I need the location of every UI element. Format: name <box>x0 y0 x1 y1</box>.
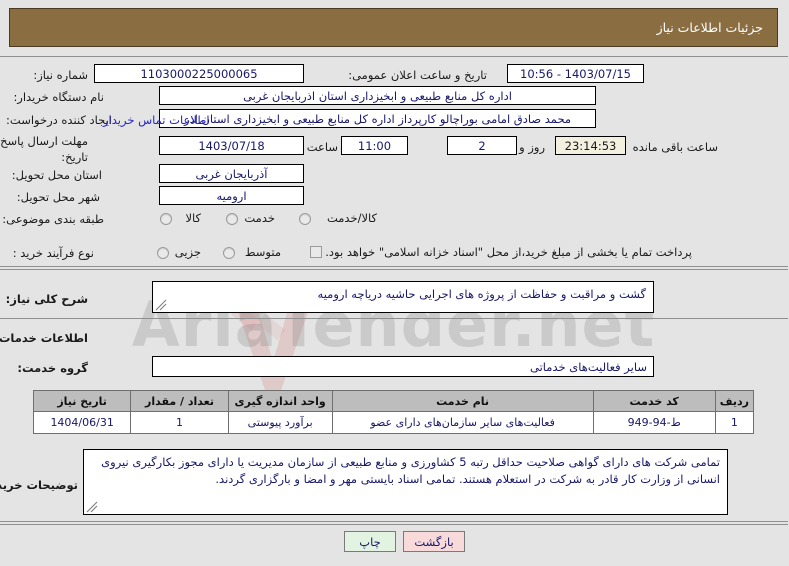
services-table: ردیف کد خدمت نام خدمت واحد اندازه گیری ت… <box>33 390 756 434</box>
need-summary-value: گشت و مراقبت و حفاظت از پروژه های اجرایی… <box>318 287 647 301</box>
col-name: نام خدمت <box>332 390 595 412</box>
cell-unit: برآورد پیوستی <box>228 411 334 434</box>
table-row: 1 ط-94-949 فعالیت‌های سایر سازمان‌های دا… <box>33 411 756 434</box>
label-announce-datetime: تاریخ و ساعت اعلان عمومی: <box>349 68 488 82</box>
table-header-row: ردیف کد خدمت نام خدمت واحد اندازه گیری ت… <box>33 390 756 412</box>
label-need-number: شماره نیاز: <box>34 68 89 82</box>
province-value: آذربایجان غربی <box>160 164 305 183</box>
label-service-group: گروه خدمت: <box>18 361 89 375</box>
services-section-title: اطلاعات خدمات مورد نیاز <box>0 331 89 345</box>
buyer-contact-link[interactable]: اطلاعات تماس خریدار <box>104 113 211 127</box>
buyer-org-value: اداره کل منابع طبیعی و ابخیزداری استان ا… <box>160 86 597 105</box>
label-deadline-time: ساعت <box>307 140 339 154</box>
col-code: کد خدمت <box>593 390 717 412</box>
remaining-days-value: 2 <box>448 136 518 155</box>
radio-process-motevaset[interactable] <box>224 247 236 259</box>
buyer-notes-textarea[interactable]: تمامی شرکت های دارای گواهی صلاحیت حداقل … <box>84 449 729 515</box>
col-row: ردیف <box>715 390 756 412</box>
cell-date: 1404/06/31 <box>33 411 133 434</box>
announce-datetime-value: 1403/07/15 - 10:56 <box>508 64 645 83</box>
remaining-clock-value: 23:14:53 <box>556 136 627 155</box>
resize-grip-icon-notes[interactable] <box>87 501 99 513</box>
cell-name: فعالیت‌های سایر سازمان‌های دارای عضو <box>332 411 595 434</box>
cell-code: ط-94-949 <box>593 411 717 434</box>
radio-category-khadamat-label: خدمت <box>245 211 276 225</box>
cell-quantity: 1 <box>131 411 230 434</box>
col-unit: واحد اندازه گیری <box>228 390 334 412</box>
label-remaining-clock: ساعت باقی مانده <box>633 140 719 154</box>
resize-grip-icon[interactable] <box>156 299 168 311</box>
label-deadline-line2: تاریخ: <box>62 150 89 164</box>
radio-category-kala-khadamat[interactable] <box>300 213 312 225</box>
col-quantity: تعداد / مقدار <box>131 390 230 412</box>
label-deadline-line1: مهلت ارسال پاسخ: تا <box>0 134 89 148</box>
radio-process-motevaset-label: متوسط <box>245 245 282 259</box>
deadline-date-value: 1403/07/18 <box>160 136 305 155</box>
label-city: شهر محل تحویل: <box>17 190 101 204</box>
label-need-summary: شرح کلی نیاز: <box>6 292 89 306</box>
requester-value: محمد صادق امامی بوراچالو کارپرداز اداره … <box>160 109 597 128</box>
page-header: جزئیات اطلاعات نیاز <box>10 8 779 47</box>
radio-category-kala-label: کالا <box>186 211 202 225</box>
divider-footer-2 <box>0 524 789 525</box>
page-root: AriaTender.net جزئیات اطلاعات نیاز شماره… <box>0 0 789 566</box>
cell-row: 1 <box>715 411 756 434</box>
page-title: جزئیات اطلاعات نیاز <box>10 8 779 47</box>
radio-category-kala-khadamat-label: کالا/خدمت <box>327 211 378 225</box>
radio-category-kala[interactable] <box>161 213 173 225</box>
label-process-type: نوع فرآیند خرید : <box>13 246 95 260</box>
col-date: تاریخ نیاز <box>33 390 133 412</box>
checkbox-islamic-treasury-label: پرداخت تمام یا بخشی از مبلغ خرید،از محل … <box>326 245 693 259</box>
radio-category-khadamat[interactable] <box>227 213 239 225</box>
checkbox-islamic-treasury[interactable] <box>311 246 323 258</box>
divider-footer <box>0 521 789 522</box>
label-buyer-org: نام دستگاه خریدار: <box>14 90 105 104</box>
label-remaining-days: روز و <box>520 140 546 154</box>
label-category: طبقه بندی موضوعی: <box>3 212 105 226</box>
service-group-value: سایر فعالیت‌های خدماتی <box>153 356 655 377</box>
deadline-time-value: 11:00 <box>342 136 409 155</box>
label-buyer-notes: توضیحات خریدار: <box>0 478 79 492</box>
label-province: استان محل تحویل: <box>12 168 103 182</box>
city-value: ارومیه <box>160 186 305 205</box>
buyer-notes-value: تمامی شرکت های دارای گواهی صلاحیت حداقل … <box>102 455 721 486</box>
radio-process-jozee-label: جزیی <box>175 245 202 259</box>
need-number-value: 1103000225000065 <box>95 64 305 83</box>
print-button[interactable]: چاپ <box>345 531 397 552</box>
label-requester: ایجاد کننده درخواست: <box>7 113 113 127</box>
divider-top <box>0 56 789 57</box>
back-button[interactable]: بازگشت <box>404 531 466 552</box>
divider-form-summary-2 <box>0 269 789 270</box>
divider-form-summary <box>0 266 789 267</box>
need-summary-textarea[interactable]: گشت و مراقبت و حفاظت از پروژه های اجرایی… <box>153 281 655 313</box>
divider-summary-services <box>0 318 789 319</box>
radio-process-jozee[interactable] <box>158 247 170 259</box>
